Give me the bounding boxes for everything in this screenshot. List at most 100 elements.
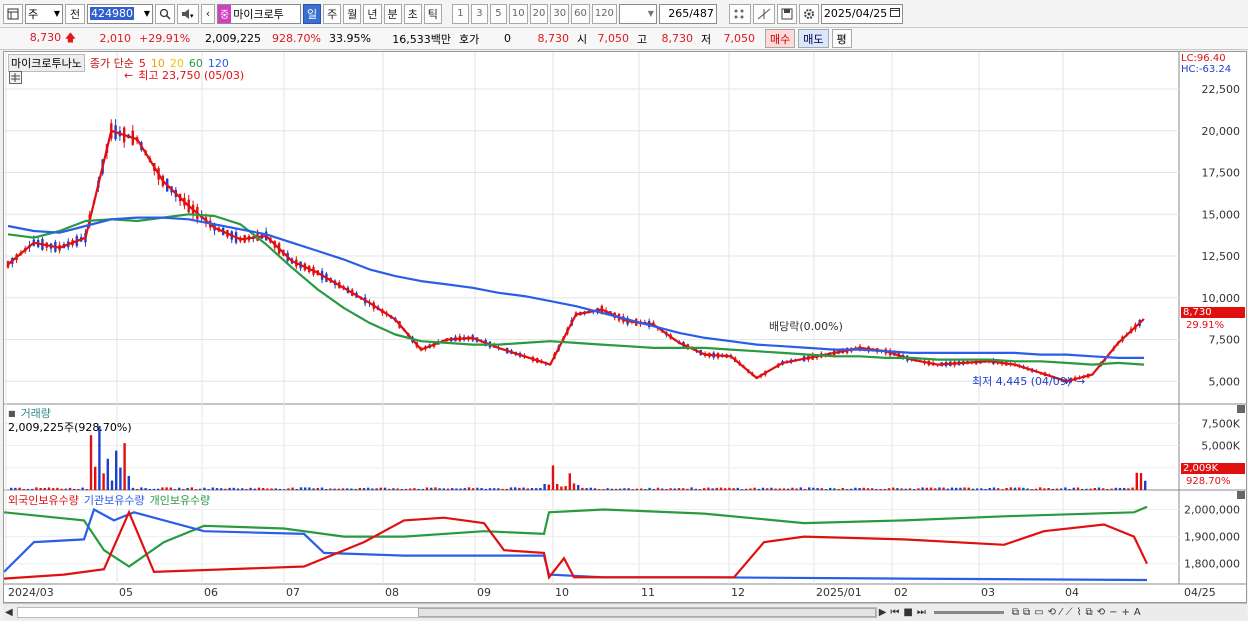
first-icon[interactable]: ⏮ (888, 607, 901, 618)
layers-icon[interactable]: ⧉ (1021, 607, 1032, 618)
custom-interval-input[interactable]: ▼ (618, 3, 657, 24)
sell-button[interactable]: 매도 (798, 29, 829, 48)
volume-bar (719, 487, 723, 490)
volume-bar (808, 487, 811, 490)
interval-5[interactable]: 5 (489, 3, 507, 24)
volume-bar (165, 487, 168, 490)
panel-close-icon[interactable] (1237, 405, 1245, 413)
period-tick[interactable]: 틱 (423, 3, 442, 24)
holdings-tick-label: 1,900,000 (1184, 531, 1240, 544)
prev-button[interactable]: 전 (65, 3, 85, 24)
volume-bar (14, 487, 17, 490)
volume-bar (787, 488, 790, 490)
grid-icon[interactable] (728, 3, 751, 24)
stock-name-field[interactable]: 중 마이크로투 (217, 3, 301, 24)
gear-icon[interactable] (798, 3, 819, 24)
volume-bar (782, 488, 786, 490)
volume-bar (417, 488, 420, 490)
panel-close-icon[interactable] (1237, 491, 1245, 499)
volume-bar (392, 488, 395, 490)
volume-ratio: 928.70% (272, 32, 321, 45)
period-month[interactable]: 월 (343, 3, 362, 24)
chart-canvas[interactable]: 22,500 20,000 17,500 15,000 12,500 10,000 7,50… (4, 52, 1246, 602)
chart-tool-icon[interactable]: ⧉ (1084, 607, 1095, 618)
zoom-out-icon[interactable]: − (1107, 607, 1119, 618)
search-icon[interactable] (155, 3, 175, 24)
volume-bar (1030, 489, 1033, 490)
last-icon[interactable]: ⏭ (915, 607, 928, 618)
volume-bar (976, 488, 979, 490)
volume-bar (560, 486, 563, 490)
period-second[interactable]: 초 (403, 3, 422, 24)
scroll-left-icon[interactable]: ◀ (3, 607, 15, 618)
price-tick-label: 20,000 (1202, 125, 1241, 138)
chevron-down-icon[interactable]: ▼ (144, 9, 150, 18)
period-week[interactable]: 주 (323, 3, 342, 24)
trend-icon[interactable]: ⟋ (1064, 607, 1075, 618)
interval-120[interactable]: 120 (591, 3, 617, 24)
last-pct-tag: 29.91% (1186, 320, 1225, 331)
layout-icon[interactable] (3, 3, 23, 24)
scroll-right-icon[interactable]: ▶ (877, 607, 889, 618)
volume-tick-label: 7,500K (1201, 417, 1240, 430)
zoom-in-icon[interactable]: + (1119, 607, 1131, 618)
chart-area[interactable]: 22,500 20,000 17,500 15,000 12,500 10,000 7,50… (3, 51, 1247, 603)
tile-icon[interactable]: ▭ (1032, 607, 1045, 618)
calendar-icon[interactable] (889, 7, 900, 20)
zoom-slider[interactable] (933, 610, 1004, 614)
copy-icon[interactable]: ⧉ (1010, 607, 1021, 618)
buy-button[interactable]: 매수 (765, 29, 796, 48)
eval-button[interactable]: 평 (831, 29, 852, 48)
crosshair-icon[interactable] (752, 3, 775, 24)
type-select[interactable]: 주 ▼ (25, 3, 63, 24)
hoga-value: 0 (504, 32, 511, 45)
stock-code-input[interactable]: 424980 ▼ (87, 3, 153, 24)
volume-bar (837, 488, 840, 490)
price-tick-label: 7,500 (1209, 334, 1241, 347)
price-tick-label: 10,000 (1202, 292, 1241, 305)
volume-bar (997, 488, 1000, 490)
auto-icon[interactable]: A (1132, 607, 1143, 618)
horizontal-scrollbar[interactable] (16, 606, 877, 618)
volume-bar (224, 488, 227, 490)
volume-bar (1060, 488, 1063, 490)
back-icon[interactable]: ‹ (201, 3, 215, 24)
stock-label[interactable]: 마이크로투나노 (8, 54, 85, 72)
volume-bar (329, 488, 332, 490)
undo-icon[interactable]: ⟲ (1095, 607, 1107, 618)
speaker-icon[interactable]: ▾ (177, 3, 199, 24)
volume-bar (1001, 489, 1004, 490)
volume-bar (291, 487, 294, 490)
interval-60[interactable]: 60 (571, 3, 590, 24)
period-year[interactable]: 년 (363, 3, 382, 24)
period-day[interactable]: 일 (303, 3, 322, 24)
wave-icon[interactable]: ⌇ (1075, 607, 1084, 618)
stop-icon[interactable]: ■ (901, 607, 914, 618)
volume-bar (287, 488, 290, 490)
count-field[interactable]: 265/487 (658, 3, 717, 24)
table-icon[interactable] (9, 71, 22, 84)
save-icon[interactable] (776, 3, 797, 24)
rotate-icon[interactable]: ⟲ (1046, 607, 1058, 618)
interval-30[interactable]: 30 (550, 3, 570, 24)
interval-10[interactable]: 10 (508, 3, 528, 24)
holdings-tick-label: 1,800,000 (1184, 558, 1240, 571)
volume-bar (526, 488, 529, 490)
volume-bar (1081, 488, 1084, 490)
interval-3[interactable]: 3 (470, 3, 488, 24)
volume-bar (157, 488, 160, 490)
period-minute[interactable]: 분 (383, 3, 402, 24)
volume-bar (984, 488, 987, 490)
volume-bar (602, 489, 605, 490)
scroll-thumb[interactable] (417, 607, 876, 617)
interval-1[interactable]: 1 (451, 3, 469, 24)
volume-bar (623, 488, 626, 490)
volume-bar (1018, 487, 1021, 490)
interval-20[interactable]: 20 (529, 3, 549, 24)
open-label: 시 (577, 32, 588, 46)
volume-bar (938, 487, 941, 490)
date-input[interactable]: 2025/04/25 (820, 3, 903, 24)
chevron-down-icon: ▼ (53, 9, 60, 18)
x-axis-label: 09 (477, 586, 491, 599)
volume-bar (39, 488, 42, 490)
